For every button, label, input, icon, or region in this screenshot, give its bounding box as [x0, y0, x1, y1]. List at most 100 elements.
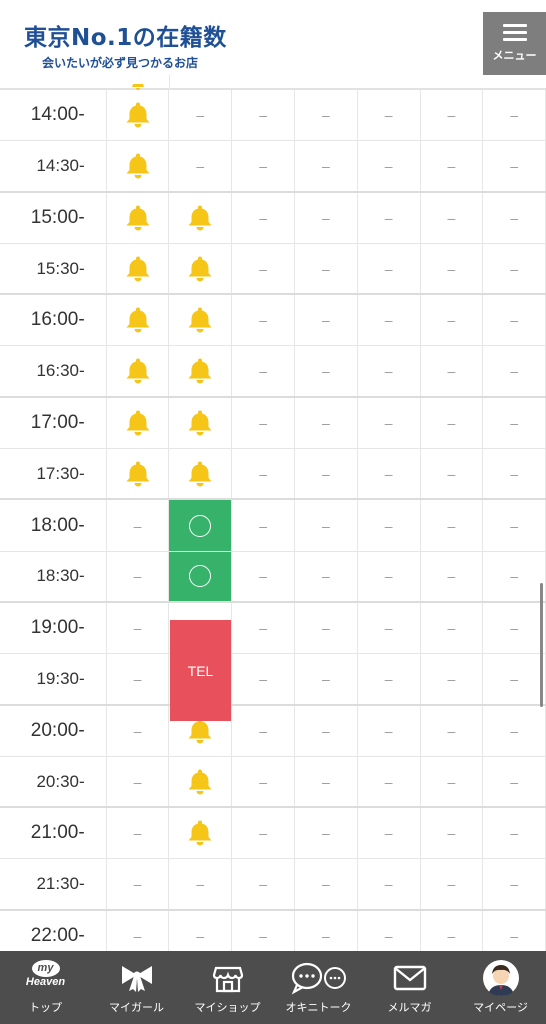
schedule-row: 17:00- – – – – –: [0, 397, 546, 450]
scrollbar[interactable]: [540, 583, 543, 707]
empty-slot: –: [169, 90, 233, 141]
empty-slot: –: [421, 449, 484, 499]
empty-slot: –: [295, 602, 358, 654]
empty-slot: –: [421, 808, 484, 859]
empty-slot: –: [483, 756, 546, 807]
tel-slot[interactable]: TEL: [170, 620, 231, 721]
menu-button[interactable]: メニュー: [483, 12, 546, 75]
empty-slot: –: [421, 756, 484, 807]
menu-label: メニュー: [492, 49, 537, 62]
empty-slot: –: [421, 141, 484, 191]
bell-icon[interactable]: [107, 295, 170, 346]
empty-slot: –: [358, 500, 421, 551]
empty-slot: –: [232, 141, 295, 191]
empty-slot: –: [232, 90, 295, 141]
empty-slot: –: [295, 756, 358, 807]
empty-slot: –: [483, 705, 546, 756]
empty-slot: –: [107, 551, 170, 601]
time-label: 21:00-: [0, 808, 107, 859]
bell-icon[interactable]: [169, 192, 233, 243]
bell-icon[interactable]: [107, 243, 170, 294]
empty-slot: –: [295, 141, 358, 191]
available-slot[interactable]: [169, 551, 233, 601]
empty-slot: –: [421, 346, 484, 396]
empty-slot: –: [358, 602, 421, 654]
bell-icon[interactable]: [169, 295, 233, 346]
empty-slot: –: [232, 397, 295, 449]
bell-icon[interactable]: [169, 243, 233, 294]
nav-label: トップ: [29, 1001, 62, 1014]
empty-slot: –: [232, 654, 295, 704]
site-logo[interactable]: 東京No.1の在籍数 会いたいが必ず見つかるお店: [24, 18, 227, 71]
empty-slot: –: [483, 397, 546, 449]
empty-slot: –: [169, 141, 233, 191]
bell-icon[interactable]: [107, 346, 170, 396]
empty-slot: –: [421, 705, 484, 756]
empty-slot: –: [358, 141, 421, 191]
empty-slot: –: [358, 859, 421, 909]
bell-icon[interactable]: [169, 808, 233, 859]
empty-slot: –: [421, 192, 484, 243]
schedule-row: 19:00- – – – – – –: [0, 602, 546, 655]
empty-slot: –: [295, 449, 358, 499]
bell-icon[interactable]: [169, 756, 233, 807]
empty-slot: –: [358, 90, 421, 141]
nav-my-shop[interactable]: マイショップ: [182, 951, 273, 1024]
shop-icon: [182, 951, 273, 999]
schedule-row: 18:30- – – – – – –: [0, 551, 546, 603]
empty-slot: –: [169, 859, 233, 909]
empty-slot: –: [358, 243, 421, 294]
time-label: 16:30-: [0, 346, 107, 396]
time-label: 19:30-: [0, 654, 107, 704]
bell-icon[interactable]: [107, 141, 170, 191]
empty-slot: –: [232, 243, 295, 294]
empty-slot: –: [483, 192, 546, 243]
empty-slot: –: [421, 295, 484, 346]
bell-icon[interactable]: [107, 397, 170, 449]
nav-label: メルマガ: [387, 1001, 432, 1014]
empty-slot: –: [358, 654, 421, 704]
empty-slot: –: [232, 602, 295, 654]
empty-slot: –: [295, 243, 358, 294]
nav-my-girl[interactable]: マイガール: [91, 951, 182, 1024]
time-label: 14:00-: [0, 90, 107, 141]
bell-icon[interactable]: [107, 90, 170, 141]
empty-slot: –: [232, 295, 295, 346]
nav-mail-magazine[interactable]: メルマガ: [364, 951, 455, 1024]
empty-slot: –: [421, 654, 484, 704]
empty-slot: –: [483, 500, 546, 551]
time-label: 21:30-: [0, 859, 107, 909]
nav-label: オキニトーク: [285, 1001, 352, 1014]
nav-my-page[interactable]: マイページ: [455, 951, 546, 1024]
empty-slot: –: [421, 551, 484, 601]
ribbon-icon: [91, 951, 182, 999]
empty-slot: –: [358, 705, 421, 756]
my-heaven-icon: my Heaven: [25, 960, 66, 988]
empty-slot: –: [421, 243, 484, 294]
nav-label: マイガール: [109, 1001, 164, 1014]
empty-slot: –: [483, 141, 546, 191]
page: 東京No.1の在籍数 会いたいが必ず見つかるお店 メニュー 14:00- – – – –…: [0, 0, 546, 1024]
empty-slot: –: [358, 346, 421, 396]
time-label: 19:00-: [0, 602, 107, 654]
bell-icon[interactable]: [107, 449, 170, 499]
schedule-row: 16:00- – – – – –: [0, 295, 546, 347]
empty-slot: –: [358, 808, 421, 859]
empty-slot: –: [295, 654, 358, 704]
bell-icon[interactable]: [169, 449, 233, 499]
bell-icon[interactable]: [169, 397, 233, 449]
time-label: 16:00-: [0, 295, 107, 346]
empty-slot: –: [358, 192, 421, 243]
nav-top[interactable]: my Heaven トップ: [0, 951, 91, 1024]
empty-slot: –: [483, 449, 546, 499]
bell-icon[interactable]: [107, 192, 170, 243]
empty-slot: –: [232, 705, 295, 756]
available-slot[interactable]: [169, 500, 233, 551]
empty-slot: –: [483, 243, 546, 294]
bell-icon[interactable]: [169, 346, 233, 396]
schedule-row: 16:30- – – – – –: [0, 346, 546, 398]
nav-okini-talk[interactable]: オキニトーク: [273, 951, 364, 1024]
schedule-row: 20:30- – – – – – –: [0, 756, 546, 809]
empty-slot: –: [358, 397, 421, 449]
empty-slot: –: [232, 346, 295, 396]
